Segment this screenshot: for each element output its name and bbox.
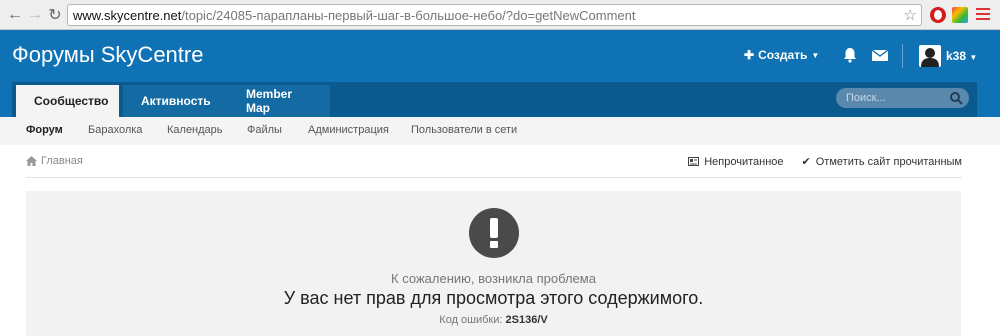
envelope-icon[interactable] [871, 46, 889, 64]
tab-activity[interactable]: Активность [123, 85, 228, 117]
error-code: Код ошибки: 2S136/V [26, 314, 961, 326]
tab-label: Активность [141, 94, 211, 108]
subnav-item-calendar[interactable]: Календарь [167, 124, 223, 136]
header-divider [902, 44, 903, 68]
url-host: www.skycentre.net [73, 7, 182, 23]
avatar[interactable] [919, 45, 941, 67]
forward-arrow-icon[interactable]: → [24, 4, 46, 26]
tab-label: Сообщество [34, 94, 109, 108]
caret-down-icon: ▼ [811, 50, 820, 60]
bookmark-star-icon[interactable]: ☆ [904, 6, 917, 24]
page-actions: Непрочитанное ✔ Отметить сайт прочитанны… [688, 155, 962, 168]
secondary-nav: Форум Барахолка Календарь Файлы Админист… [0, 117, 1000, 145]
search-placeholder: Поиск... [846, 92, 886, 104]
tab-label: Member Map [246, 87, 293, 115]
user-menu[interactable]: k38 ▼ [946, 49, 977, 63]
error-panel: К сожалению, возникла проблема У вас нет… [26, 191, 961, 336]
search-input[interactable]: Поиск... [836, 88, 969, 108]
unread-label: Непрочитанное [704, 155, 784, 168]
site-header: Форумы SkyCentre ✚ Создать ▼ k38 ▼ [0, 30, 1000, 82]
mark-site-read-link[interactable]: ✔ Отметить сайт прочитанным [801, 155, 962, 169]
divider [26, 177, 962, 178]
exclamation-icon [469, 208, 519, 258]
primary-nav: Сообщество Активность Member Map Поиск..… [0, 82, 1000, 117]
unread-link[interactable]: Непрочитанное [688, 155, 784, 168]
site-title[interactable]: Форумы SkyCentre [12, 42, 203, 68]
create-button[interactable]: ✚ Создать ▼ [744, 48, 819, 62]
opera-extension-icon[interactable] [930, 7, 946, 23]
subnav-item-staff[interactable]: Администрация [308, 124, 389, 136]
url-path: /topic/24085-парапланы-первый-шаг-в-боль… [181, 7, 636, 23]
create-label: Создать [758, 48, 808, 62]
plus-icon: ✚ [744, 48, 755, 62]
newspaper-icon [688, 157, 700, 166]
check-icon: ✔ [801, 156, 811, 168]
user-name: k38 [946, 49, 967, 63]
browser-toolbar: ← → ↻ www.skycentre.net/topic/24085-пара… [0, 0, 1000, 30]
search-icon[interactable] [949, 91, 963, 105]
tab-member-map[interactable]: Member Map [228, 85, 330, 117]
subnav-item-forum[interactable]: Форум [26, 124, 63, 136]
error-code-value: 2S136/V [505, 314, 548, 326]
error-code-label: Код ошибки: [439, 314, 503, 326]
primary-nav-bar: Сообщество Активность Member Map [12, 82, 977, 117]
menu-icon[interactable] [976, 8, 990, 20]
home-icon [26, 156, 37, 166]
subnav-item-online-users[interactable]: Пользователи в сети [411, 124, 517, 136]
breadcrumb: Главная [26, 155, 83, 167]
error-title: У вас нет прав для просмотра этого содер… [283, 288, 704, 308]
caret-down-icon: ▼ [969, 53, 978, 62]
error-subtitle: К сожалению, возникла проблема [391, 271, 596, 286]
subnav-item-market[interactable]: Барахолка [88, 124, 142, 136]
subnav-item-files[interactable]: Файлы [247, 124, 282, 136]
address-bar[interactable]: www.skycentre.net/topic/24085-парапланы-… [67, 4, 922, 26]
breadcrumb-home[interactable]: Главная [41, 155, 83, 167]
reload-icon[interactable]: ↻ [44, 4, 66, 26]
tab-community[interactable]: Сообщество [16, 85, 119, 117]
mark-read-label: Отметить сайт прочитанным [815, 155, 962, 168]
bell-icon[interactable] [841, 46, 859, 64]
back-arrow-icon[interactable]: ← [4, 4, 26, 26]
extension-icon[interactable] [952, 7, 968, 23]
